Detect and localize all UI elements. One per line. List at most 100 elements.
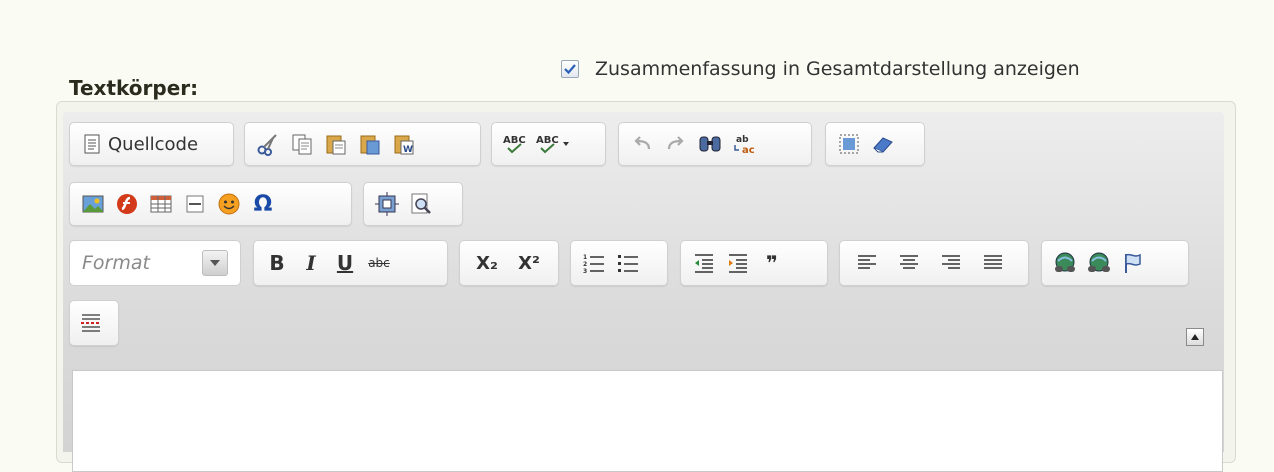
format-select[interactable]: Format: [69, 240, 241, 286]
paste-text-button[interactable]: [355, 129, 385, 159]
cut-button[interactable]: [253, 129, 283, 159]
outdent-icon: [695, 254, 713, 273]
bulleted-list-icon: [618, 255, 638, 272]
subscript-button[interactable]: X₂: [468, 248, 506, 278]
special-char-button[interactable]: Ω: [248, 189, 278, 219]
spellcheck-dropdown-icon: ABC: [536, 135, 569, 154]
eraser-icon: [873, 137, 893, 153]
chevron-down-icon: [210, 260, 220, 266]
find-button[interactable]: [695, 129, 725, 159]
page-break-icon: [81, 314, 101, 332]
justify-icon: [984, 255, 1002, 269]
image-button[interactable]: [78, 189, 108, 219]
remove-format-button[interactable]: [868, 129, 898, 159]
blockquote-button[interactable]: ❞: [757, 248, 787, 278]
bold-button[interactable]: B: [262, 248, 292, 278]
underline-button[interactable]: U: [330, 248, 360, 278]
numbered-list-button[interactable]: 123: [579, 248, 609, 278]
align-right-icon: [942, 255, 960, 269]
svg-text:ABC: ABC: [536, 135, 559, 146]
body-label: Textkörper:: [69, 76, 199, 100]
paste-text-icon: [360, 135, 380, 155]
smiley-button[interactable]: [214, 189, 244, 219]
spellcheck-button[interactable]: ABC: [500, 129, 530, 159]
svg-text:W: W: [403, 145, 413, 155]
spellcheck-dropdown-button[interactable]: ABC: [534, 129, 574, 159]
numbered-list-icon: 123: [583, 254, 604, 274]
preview-button[interactable]: [406, 189, 436, 219]
preview-icon: [411, 193, 431, 214]
edit-group: ab ac: [618, 122, 812, 166]
flash-icon: [117, 194, 137, 214]
unlink-icon: [1088, 252, 1110, 272]
anchor-button[interactable]: [1118, 248, 1148, 278]
checkmark-icon: [564, 64, 576, 75]
svg-text:ABC: ABC: [503, 135, 526, 146]
iframe-icon: [375, 192, 399, 216]
subscript-icon: X₂: [476, 252, 498, 274]
select-all-button[interactable]: [834, 129, 864, 159]
align-left-icon: [858, 255, 876, 269]
italic-icon: I: [306, 251, 316, 275]
script-group: X₂ X²: [459, 240, 559, 286]
redo-icon: [667, 136, 684, 150]
source-button-label: Quellcode: [108, 133, 199, 155]
page-break-button[interactable]: [76, 308, 106, 338]
paste-word-button[interactable]: W: [389, 129, 419, 159]
format-dropdown-arrow[interactable]: [202, 250, 228, 276]
replace-button[interactable]: ab ac: [729, 129, 759, 159]
superscript-button[interactable]: X²: [510, 248, 548, 278]
strikethrough-button[interactable]: abc: [364, 248, 394, 278]
svg-text:ab: ab: [736, 135, 749, 145]
find-icon: [699, 136, 721, 152]
source-button[interactable]: Quellcode: [78, 129, 204, 159]
editor-content-area[interactable]: [72, 370, 1223, 472]
collapse-toolbar-icon: [1191, 334, 1199, 340]
copy-button[interactable]: [287, 129, 317, 159]
bold-icon: B: [269, 251, 285, 275]
summary-checkbox-label: Zusammenfassung in Gesamtdarstellung anz…: [595, 58, 1080, 80]
rich-text-editor: Quellcode W ABC ABC ab ac Ω Format B I U…: [56, 101, 1236, 472]
indent-icon: [729, 254, 747, 273]
iframe-button[interactable]: [372, 189, 402, 219]
cut-icon: [257, 134, 277, 156]
italic-button[interactable]: I: [296, 248, 326, 278]
justify-button[interactable]: [978, 248, 1008, 278]
paste-button[interactable]: [321, 129, 351, 159]
source-doc-icon: [84, 134, 100, 154]
align-right-button[interactable]: [936, 248, 966, 278]
align-center-icon: [900, 255, 918, 269]
select-all-icon: [839, 134, 859, 154]
spellcheck-group: ABC ABC: [491, 122, 606, 166]
pagebreak-group: [69, 300, 119, 346]
unlink-button[interactable]: [1084, 248, 1114, 278]
collapse-toolbar-button[interactable]: [1186, 328, 1204, 346]
table-icon: [150, 195, 172, 213]
outdent-button[interactable]: [689, 248, 719, 278]
undo-button[interactable]: [627, 129, 657, 159]
link-group: [1041, 240, 1189, 286]
svg-text:1: 1: [583, 254, 587, 261]
table-button[interactable]: [146, 189, 176, 219]
svg-text:ac: ac: [742, 145, 755, 156]
align-left-button[interactable]: [852, 248, 882, 278]
paste-icon: [326, 135, 346, 155]
bulleted-list-button[interactable]: [613, 248, 643, 278]
redo-button[interactable]: [661, 129, 691, 159]
summary-checkbox-row[interactable]: Zusammenfassung in Gesamtdarstellung anz…: [561, 58, 1080, 80]
flash-button[interactable]: [112, 189, 142, 219]
select-group: [825, 122, 925, 166]
summary-checkbox[interactable]: [561, 60, 579, 78]
clipboard-group: W: [244, 122, 481, 166]
paste-word-icon: W: [394, 135, 414, 155]
underline-icon: U: [336, 251, 354, 275]
omega-icon: Ω: [253, 191, 273, 217]
list-group: 123: [570, 240, 668, 286]
align-center-button[interactable]: [894, 248, 924, 278]
replace-icon: abac: [734, 135, 755, 156]
indent-button[interactable]: [723, 248, 753, 278]
align-group: [839, 240, 1029, 286]
link-button[interactable]: [1050, 248, 1080, 278]
misc-group: [363, 182, 463, 226]
horizontal-rule-button[interactable]: [180, 189, 210, 219]
